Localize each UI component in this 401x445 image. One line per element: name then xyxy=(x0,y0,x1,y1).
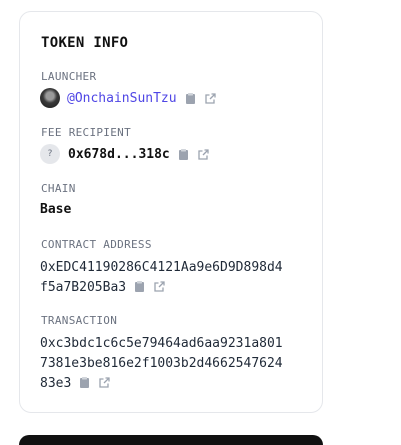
launcher-label: LAUNCHER xyxy=(41,70,97,83)
contract-address: 0xEDC41190286C4121Aa9e6D9D898d4 f5a7B205… xyxy=(40,258,310,298)
chain-value: Base xyxy=(40,202,72,217)
fee-recipient-row: ? 0x678d...318c xyxy=(40,144,210,164)
clipboard-icon[interactable] xyxy=(133,280,146,293)
next-card-edge xyxy=(19,435,323,445)
transaction-line-1: 0xc3bdc1c6c5e79464ad6aa9231a801 xyxy=(40,336,283,351)
clipboard-icon[interactable] xyxy=(177,148,190,161)
launcher-handle-link[interactable]: @OnchainSunTzu xyxy=(67,91,177,106)
avatar xyxy=(40,88,60,108)
contract-address-line-2: f5a7B205Ba3 xyxy=(40,280,127,295)
card-title: TOKEN INFO xyxy=(41,35,129,51)
contract-address-line-1: 0xEDC41190286C4121Aa9e6D9D898d4 xyxy=(40,260,283,275)
contract-address-label: CONTRACT ADDRESS xyxy=(41,238,152,251)
launcher-row: @OnchainSunTzu xyxy=(40,88,217,108)
fee-recipient-address: 0x678d...318c xyxy=(68,146,170,162)
transaction-line-3-row: 83e3 xyxy=(40,374,310,394)
external-link-icon[interactable] xyxy=(197,148,210,161)
transaction-label: TRANSACTION xyxy=(41,314,118,327)
transaction-hash: 0xc3bdc1c6c5e79464ad6aa9231a801 7381e3be… xyxy=(40,334,310,394)
fee-recipient-label: FEE RECIPIENT xyxy=(41,126,131,139)
external-link-icon[interactable] xyxy=(204,92,217,105)
external-link-icon[interactable] xyxy=(153,280,166,293)
contract-address-line-2-row: f5a7B205Ba3 xyxy=(40,278,310,298)
transaction-line-2: 7381e3be816e2f1003b2d4662547624 xyxy=(40,356,283,371)
unknown-avatar: ? xyxy=(40,144,60,164)
transaction-line-3: 83e3 xyxy=(40,376,72,391)
external-link-icon[interactable] xyxy=(98,376,111,389)
token-info-card: TOKEN INFO LAUNCHER @OnchainSunTzu FEE R… xyxy=(19,11,323,413)
clipboard-icon[interactable] xyxy=(184,92,197,105)
chain-label: CHAIN xyxy=(41,182,76,195)
clipboard-icon[interactable] xyxy=(78,376,91,389)
